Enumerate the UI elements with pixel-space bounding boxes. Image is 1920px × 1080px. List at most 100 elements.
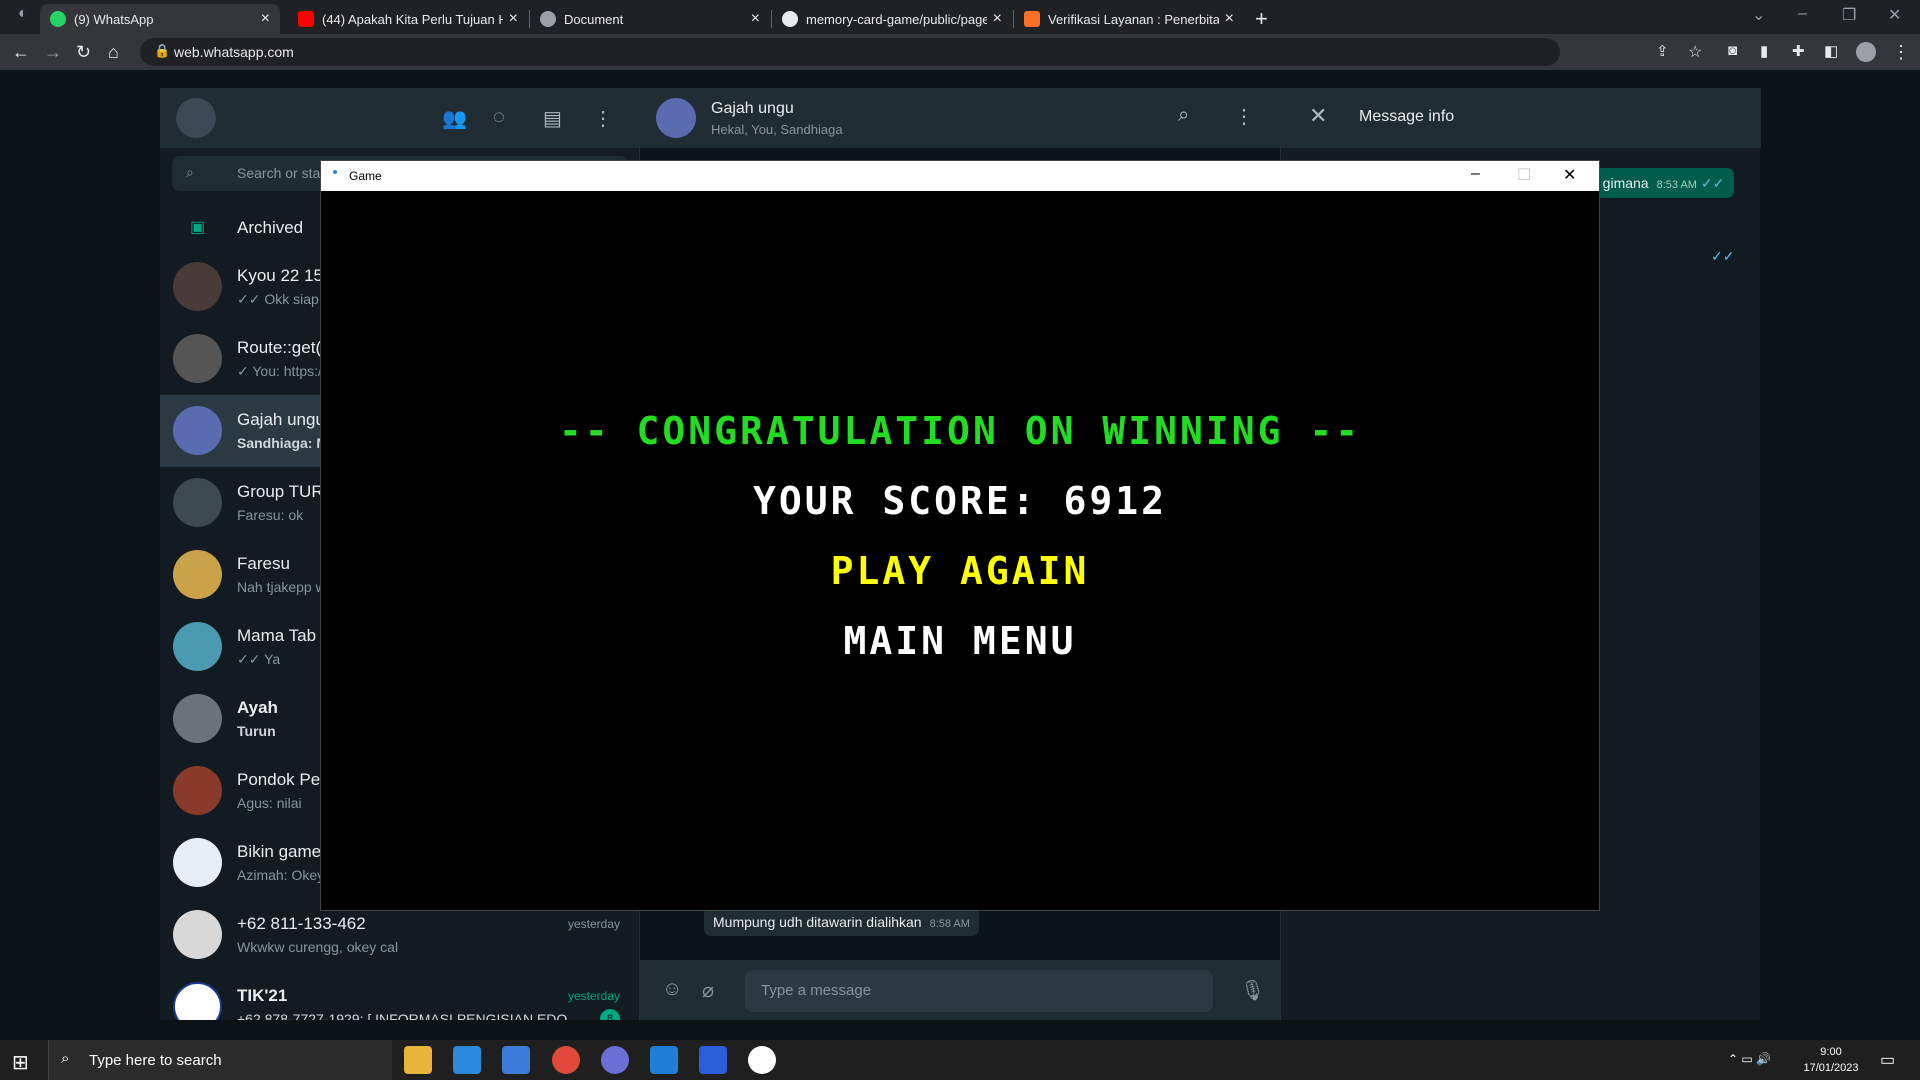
chat-name: Bikin game: [237, 842, 322, 861]
clock-date: 17/01/2023: [1803, 1062, 1859, 1074]
tab-search-icon[interactable]: ⌄: [1752, 5, 1765, 25]
communities-icon[interactable]: 👥: [442, 106, 467, 131]
close-tab-icon[interactable]: ×: [751, 10, 760, 28]
windows-start-icon[interactable]: ⊞: [12, 1050, 29, 1075]
taskbar-search-placeholder: Type here to search: [89, 1052, 222, 1069]
chat-name: +62 811-133-462: [237, 914, 366, 933]
unread-badge: 8: [600, 1009, 620, 1020]
tab-github[interactable]: memory-card-game/public/page ×: [772, 4, 1012, 34]
profile-avatar[interactable]: [1856, 42, 1876, 62]
minimize-icon[interactable]: –: [1471, 165, 1480, 183]
home-icon[interactable]: ⌂: [108, 42, 119, 63]
message-time: 8:58 AM: [929, 918, 970, 930]
close-tab-icon[interactable]: ×: [261, 10, 270, 28]
search-icon: ⌕: [61, 1050, 70, 1067]
read-ticks-icon: ✓✓: [1711, 248, 1735, 264]
minimize-icon[interactable]: –: [1798, 5, 1807, 23]
search-icon[interactable]: ⌕: [1178, 104, 1189, 127]
tray-icons[interactable]: ⌃ ▭ 🔊: [1728, 1052, 1771, 1066]
side-panel-icon[interactable]: ◧: [1824, 42, 1838, 60]
back-icon[interactable]: ←: [12, 42, 30, 63]
new-tab-button[interactable]: +: [1255, 6, 1268, 32]
chat-name: Faresu: [237, 554, 290, 573]
chat-preview: Turun: [237, 723, 276, 739]
read-ticks-icon: ✓✓: [1696, 175, 1725, 191]
attach-icon[interactable]: ⌀: [702, 978, 714, 1003]
file-explorer-icon[interactable]: [404, 1046, 432, 1074]
share-icon[interactable]: ⇪: [1656, 42, 1669, 60]
avatar: [173, 694, 222, 743]
puzzle-icon[interactable]: ✚: [1792, 42, 1805, 60]
chat-preview: ✓ You: https:/: [237, 363, 322, 379]
microphone-icon[interactable]: 🎙: [1240, 978, 1265, 1003]
bookmark-star-icon[interactable]: ☆: [1688, 42, 1702, 62]
avatar: [173, 334, 222, 383]
close-icon[interactable]: ✕: [1309, 103, 1327, 129]
my-avatar[interactable]: [176, 98, 216, 138]
vscode-icon[interactable]: [650, 1046, 678, 1074]
tab-gitlab[interactable]: Verifikasi Layanan : Penerbitan SK ×: [1014, 4, 1244, 34]
game-title-bar[interactable]: Game – ☐ ✕: [321, 161, 1599, 191]
close-window-icon[interactable]: ✕: [1888, 5, 1901, 25]
status-icon[interactable]: ◌: [493, 106, 505, 129]
score-text: YOUR SCORE: 6912: [752, 479, 1168, 523]
reload-icon[interactable]: ↻: [76, 42, 91, 63]
close-tab-icon[interactable]: ×: [993, 10, 1002, 28]
maximize-icon[interactable]: ☐: [1517, 165, 1531, 185]
tab-youtube[interactable]: (44) Apakah Kita Perlu Tujuan Hi ×: [288, 4, 528, 34]
notification-icon[interactable]: ▭: [1880, 1050, 1895, 1070]
conversation-header[interactable]: Gajah ungu Hekal, You, Sandhiaga ⌕ ⋮: [640, 88, 1280, 148]
chrome-icon[interactable]: [552, 1046, 580, 1074]
message-bubble[interactable]: Mumpung udh ditawarin dialihkan 8:58 AM: [704, 908, 979, 936]
address-bar[interactable]: 🔒 web.whatsapp.com: [140, 38, 1560, 66]
store-icon[interactable]: [502, 1046, 530, 1074]
avatar: [173, 406, 222, 455]
new-chat-icon[interactable]: ▤: [543, 106, 562, 131]
chat-time: yesterday: [567, 989, 620, 1003]
chat-preview: +62 878-7727-1929: [ INFORMASI PENGISIAN…: [237, 1011, 567, 1020]
chat-list-item[interactable]: TIK'21 +62 878-7727-1929: [ INFORMASI PE…: [160, 971, 640, 1020]
chat-preview: Sandhiaga: M: [237, 435, 329, 451]
taskbar-search-input[interactable]: ⌕ Type here to search: [48, 1040, 392, 1080]
chat-preview: Azimah: Okey: [237, 867, 325, 883]
message-input[interactable]: Type a message: [745, 970, 1213, 1012]
archived-label: Archived: [237, 218, 304, 237]
chat-preview: Wkwkw curengg, okey cal: [237, 939, 399, 955]
close-tab-icon[interactable]: ×: [509, 10, 518, 28]
camera-extension-icon[interactable]: ◙: [1728, 42, 1737, 59]
menu-icon[interactable]: ⋮: [593, 106, 613, 131]
chat-name: TIK'21: [237, 986, 288, 1005]
tab-document[interactable]: Document ×: [530, 4, 770, 34]
browser-tab-strip: ◐ (9) WhatsApp × (44) Apakah Kita Perlu …: [0, 0, 1920, 34]
extension-icon[interactable]: ▮: [1760, 42, 1768, 60]
close-icon[interactable]: ✕: [1563, 165, 1576, 185]
archive-icon: ▣: [190, 219, 206, 236]
chat-name: Ayah: [237, 698, 278, 717]
chat-preview: ✓✓ Ya: [237, 651, 281, 667]
main-menu-button[interactable]: MAIN MENU: [321, 619, 1599, 663]
emoji-icon[interactable]: ☺: [662, 978, 682, 1001]
message-composer: ☺ ⌀ Type a message 🎙: [640, 960, 1280, 1020]
tab-title: memory-card-game/public/page: [806, 11, 987, 27]
group-avatar[interactable]: [656, 98, 696, 138]
browser-menu-icon[interactable]: ◐: [18, 5, 28, 23]
url-text[interactable]: web.whatsapp.com: [174, 44, 294, 60]
browser-menu-icon[interactable]: ⋮: [1892, 42, 1910, 63]
tab-whatsapp[interactable]: (9) WhatsApp ×: [40, 4, 280, 34]
chat-preview: Faresu: ok: [237, 507, 304, 523]
menu-icon[interactable]: ⋮: [1234, 104, 1254, 129]
avatar: [173, 622, 222, 671]
restore-icon[interactable]: ❐: [1842, 5, 1856, 25]
lock-icon[interactable]: 🔒: [154, 43, 170, 59]
play-again-button[interactable]: PLAY AGAIN: [321, 549, 1599, 593]
clock[interactable]: 9:00 17/01/2023: [1795, 1044, 1867, 1076]
avatar: [173, 982, 222, 1020]
discord-icon[interactable]: [601, 1046, 629, 1074]
forward-icon[interactable]: →: [44, 42, 62, 63]
game-app-icon[interactable]: [748, 1046, 776, 1074]
app-icon: [333, 170, 337, 174]
close-tab-icon[interactable]: ×: [1225, 10, 1234, 28]
mail-icon[interactable]: [453, 1046, 481, 1074]
message-text: Mumpung udh ditawarin dialihkan: [713, 914, 922, 930]
app-icon[interactable]: [699, 1046, 727, 1074]
